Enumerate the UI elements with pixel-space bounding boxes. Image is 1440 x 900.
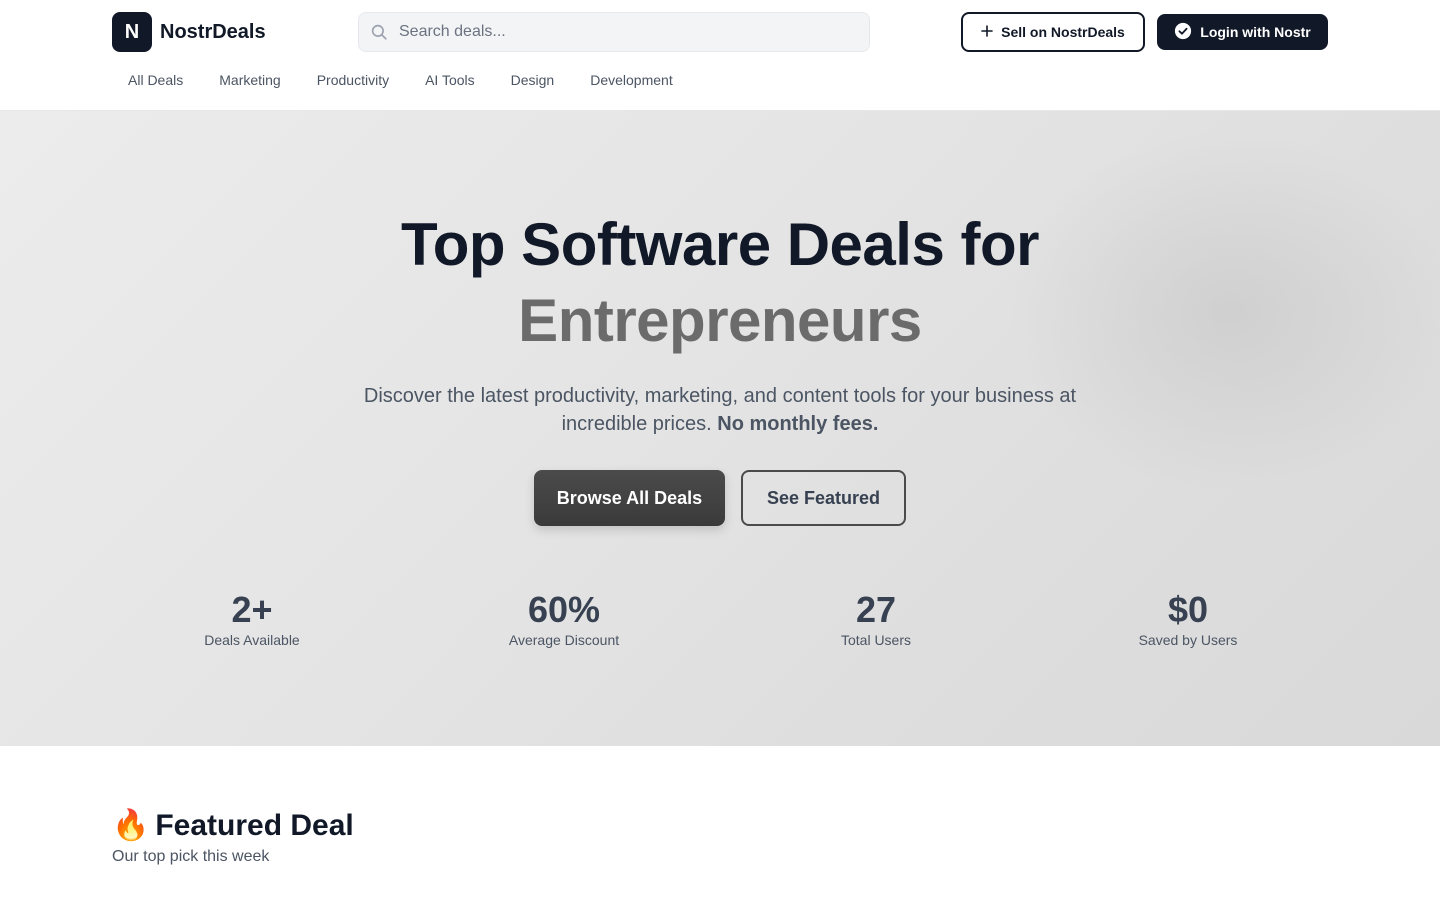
stat-saved-by-users: $0 Saved by Users — [1032, 589, 1344, 649]
hero-title-line2: Entrepreneurs — [518, 287, 922, 354]
stat-average-discount: 60% Average Discount — [408, 589, 720, 649]
browse-all-deals-button[interactable]: Browse All Deals — [534, 470, 725, 526]
stat-label: Saved by Users — [1138, 632, 1238, 648]
hero-title: Top Software Deals for Entrepreneurs — [0, 207, 1440, 359]
featured-deal-subtitle: Our top pick this week — [112, 848, 270, 865]
stat-label: Average Discount — [508, 632, 620, 648]
logo[interactable]: N NostrDeals — [112, 12, 266, 52]
search-icon — [359, 12, 399, 52]
search-bar — [358, 12, 870, 52]
stat-deals-available: 2+ Deals Available — [96, 589, 408, 649]
stat-label: Total Users — [840, 632, 912, 648]
check-circle-icon — [1174, 22, 1192, 43]
fire-icon: 🔥 — [112, 809, 150, 842]
nav-item-productivity[interactable]: Productivity — [301, 68, 405, 96]
plus-icon — [981, 24, 993, 40]
sell-button-label: Sell on NostrDeals — [1001, 24, 1125, 40]
stat-value: $0 — [1167, 589, 1209, 630]
nav-item-development[interactable]: Development — [574, 68, 689, 96]
hero-subtitle: Discover the latest productivity, market… — [320, 382, 1120, 438]
nav-item-marketing[interactable]: Marketing — [203, 68, 296, 96]
stat-value: 60% — [527, 589, 601, 630]
featured-deal-title: Featured Deal — [155, 808, 354, 842]
stat-value: 2+ — [231, 589, 273, 630]
category-nav: All Deals Marketing Productivity AI Tool… — [112, 68, 693, 96]
hero-subtitle-bold: No monthly fees. — [717, 413, 879, 435]
search-input[interactable] — [399, 23, 839, 41]
stat-label: Deals Available — [204, 632, 300, 648]
featured-deal-heading: 🔥 Featured Deal — [112, 808, 354, 843]
sell-button[interactable]: Sell on NostrDeals — [961, 12, 1145, 52]
nav-item-all-deals[interactable]: All Deals — [112, 68, 199, 96]
logo-text: NostrDeals — [160, 20, 266, 43]
login-button[interactable]: Login with Nostr — [1157, 14, 1328, 50]
site-header: N NostrDeals Sell on NostrDeals Login wi… — [0, 0, 1440, 111]
hero-title-line1: Top Software Deals for — [401, 211, 1039, 278]
nav-item-design[interactable]: Design — [495, 68, 571, 96]
nav-item-ai-tools[interactable]: AI Tools — [409, 68, 491, 96]
logo-mark: N — [112, 12, 152, 52]
hero-section: Top Software Deals for Entrepreneurs Dis… — [0, 111, 1440, 746]
see-featured-button[interactable]: See Featured — [741, 470, 906, 526]
stat-value: 27 — [855, 589, 897, 630]
login-button-label: Login with Nostr — [1200, 24, 1311, 40]
stat-total-users: 27 Total Users — [720, 589, 1032, 649]
